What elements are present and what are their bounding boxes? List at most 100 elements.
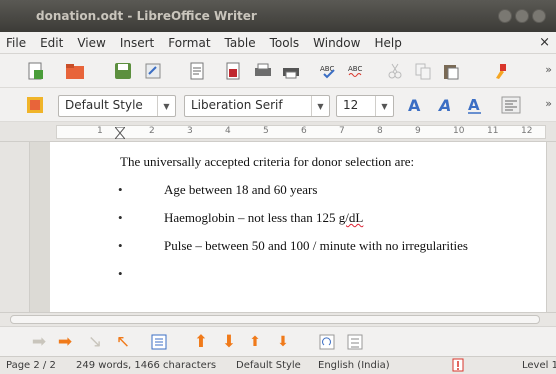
formatting-overflow-button[interactable]: » (545, 97, 552, 110)
underline-icon[interactable]: A (464, 94, 486, 116)
title-bar: donation.odt - LibreOffice Writer (0, 0, 556, 32)
menu-edit[interactable]: Edit (40, 36, 63, 50)
ruler-tick: 9 (415, 126, 421, 136)
bullets-numbering-toolbar: ➡ ➡ ↘ ↖ ⬆ ⬇ ⬆ ⬇ (0, 326, 556, 356)
menu-bar: File Edit View Insert Format Table Tools… (0, 32, 556, 54)
vertical-ruler[interactable] (0, 142, 30, 312)
copy-icon[interactable] (412, 60, 434, 82)
font-size-combo[interactable]: 12 ▼ (336, 95, 394, 117)
print-direct-icon[interactable] (280, 60, 302, 82)
arrow-up-icon[interactable]: ⬆ (190, 331, 212, 353)
horizontal-scrollbar[interactable] (0, 312, 556, 326)
new-document-icon[interactable] (24, 60, 46, 82)
font-name-combo[interactable]: Liberation Serif ▼ (184, 95, 330, 117)
svg-text:A: A (408, 96, 421, 114)
align-left-icon[interactable] (500, 94, 522, 116)
ruler-tick: 5 (263, 126, 269, 136)
svg-text:A: A (437, 96, 451, 114)
ruler-tick: 12 (521, 126, 533, 136)
menu-format[interactable]: Format (168, 36, 210, 50)
document-page[interactable]: The universally accepted criteria for do… (50, 142, 546, 312)
demote-icon[interactable]: ➡ (28, 331, 50, 353)
formatting-toolbar: Default Style ▼ Liberation Serif ▼ 12 ▼ … (0, 88, 556, 122)
ruler-tick: 3 (187, 126, 193, 136)
page-style[interactable]: Default Style (236, 360, 301, 371)
open-icon[interactable] (64, 60, 86, 82)
auto-spellcheck-icon[interactable]: ABC (346, 60, 368, 82)
chevron-down-icon[interactable]: ▼ (157, 96, 175, 116)
restart-numbering-icon[interactable] (316, 331, 338, 353)
bullet-item[interactable]: Haemoglobin – not less than 125 g/dL (164, 210, 363, 226)
ruler-tick: 2 (149, 126, 155, 136)
move-down-subpoints-icon[interactable]: ⬇ (272, 331, 294, 353)
demote-subpoints-icon[interactable]: ↘ (84, 331, 106, 353)
print-preview-icon[interactable] (222, 60, 244, 82)
window-title: donation.odt - LibreOffice Writer (36, 9, 257, 23)
status-bar: Page 2 / 2 249 words, 1466 characters De… (0, 356, 556, 374)
menu-file[interactable]: File (6, 36, 26, 50)
standard-toolbar: ABC ABC » (0, 54, 556, 88)
numbering-icon[interactable] (344, 331, 366, 353)
bold-icon[interactable]: A (404, 94, 426, 116)
menu-insert[interactable]: Insert (120, 36, 154, 50)
move-up-subpoints-icon[interactable]: ⬆ (244, 331, 266, 353)
spellcheck-icon[interactable]: ABC (318, 60, 340, 82)
promote-subpoints-icon[interactable]: ↖ (112, 331, 134, 353)
edit-file-icon[interactable] (142, 60, 164, 82)
ruler-tick: 6 (301, 126, 307, 136)
export-pdf-icon[interactable] (186, 60, 208, 82)
document-modified-icon (452, 358, 464, 374)
bullet-marker: • (118, 238, 123, 253)
styles-formatting-icon[interactable] (24, 94, 46, 116)
ruler-strip: 1 2 3 4 5 6 7 8 9 10 11 12 (56, 125, 546, 139)
print-icon[interactable] (252, 60, 274, 82)
close-document-button[interactable]: × (539, 35, 550, 50)
ruler-tick: 11 (487, 126, 499, 136)
svg-text:A: A (468, 96, 480, 114)
close-window-button[interactable] (532, 9, 546, 23)
chevron-down-icon[interactable]: ▼ (375, 96, 393, 116)
font-size-value: 12 (343, 98, 359, 112)
window-controls (498, 9, 546, 23)
indent-marker-icon[interactable] (115, 127, 125, 139)
clone-formatting-icon[interactable] (490, 60, 512, 82)
ruler-tick: 8 (377, 126, 383, 136)
paragraph-style-combo[interactable]: Default Style ▼ (58, 95, 176, 117)
bullet-marker: • (118, 266, 123, 281)
toolbar-overflow-button[interactable]: » (545, 63, 552, 76)
save-icon[interactable] (112, 60, 134, 82)
ruler-tick: 10 (453, 126, 465, 136)
ruler-tick: 7 (339, 126, 345, 136)
promote-arrow-icon[interactable]: ➡ (54, 331, 76, 353)
arrow-down-icon[interactable]: ⬇ (218, 331, 240, 353)
bullet-marker: • (118, 182, 123, 197)
horizontal-ruler[interactable]: 1 2 3 4 5 6 7 8 9 10 11 12 (0, 122, 556, 142)
bullet-item[interactable]: Pulse – between 50 and 100 / minute with… (164, 238, 468, 254)
word-count[interactable]: 249 words, 1466 characters (76, 360, 216, 371)
bullet-item[interactable]: Age between 18 and 60 years (164, 182, 317, 198)
maximize-button[interactable] (515, 9, 529, 23)
menu-window[interactable]: Window (313, 36, 360, 50)
font-name-value: Liberation Serif (191, 98, 283, 112)
cut-icon[interactable] (384, 60, 406, 82)
page-indicator[interactable]: Page 2 / 2 (6, 360, 56, 371)
menu-view[interactable]: View (77, 36, 105, 50)
paragraph-style-value: Default Style (65, 98, 143, 112)
spelling-error[interactable]: g/dL (339, 210, 364, 225)
paste-icon[interactable] (440, 60, 462, 82)
italic-icon[interactable]: A (434, 94, 456, 116)
minimize-button[interactable] (498, 9, 512, 23)
ruler-tick: 1 (97, 126, 103, 136)
chevron-down-icon[interactable]: ▼ (311, 96, 329, 116)
menu-tools[interactable]: Tools (270, 36, 300, 50)
menu-table[interactable]: Table (225, 36, 256, 50)
text-language[interactable]: English (India) (318, 360, 390, 371)
intro-paragraph[interactable]: The universally accepted criteria for do… (120, 154, 414, 170)
insert-unnumbered-entry-icon[interactable] (148, 331, 170, 353)
outline-level: Level 1 (522, 360, 556, 371)
vertical-scrollbar[interactable] (546, 142, 556, 312)
document-area[interactable]: The universally accepted criteria for do… (30, 142, 546, 312)
scrollbar-thumb[interactable] (10, 315, 540, 324)
ruler-tick: 4 (225, 126, 231, 136)
menu-help[interactable]: Help (374, 36, 401, 50)
